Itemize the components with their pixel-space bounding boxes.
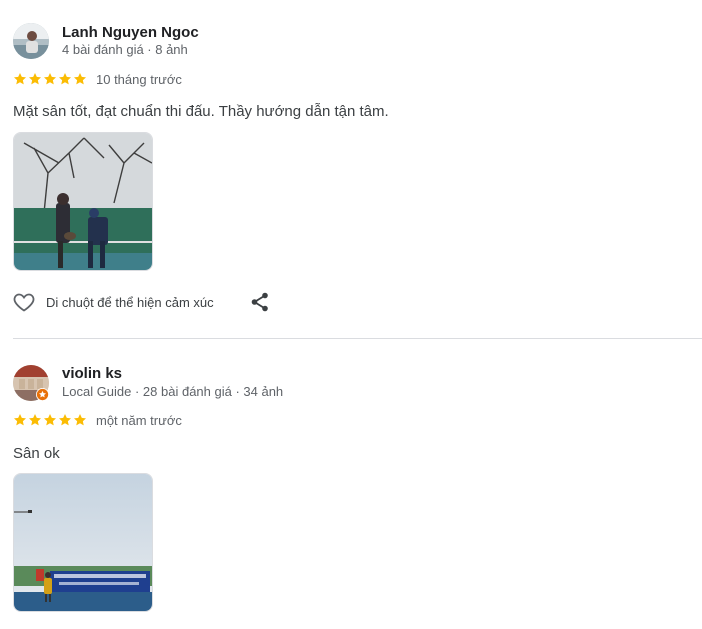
heart-outline-icon[interactable] — [12, 290, 36, 314]
local-guide-badge-icon — [36, 388, 49, 401]
star-icon — [43, 73, 57, 85]
author-meta: 4 bài đánh giá · 8 ảnh — [62, 42, 188, 57]
review-time: một năm trước — [96, 412, 182, 428]
star-icon — [43, 414, 57, 426]
author-name[interactable]: violin ks — [62, 365, 122, 382]
reaction-hint[interactable]: Di chuột để thể hiện cảm xúc — [46, 295, 214, 310]
star-icon — [13, 73, 27, 85]
star-icon — [13, 414, 27, 426]
author-avatar[interactable] — [13, 23, 49, 59]
review-time: 10 tháng trước — [96, 71, 182, 87]
review-photo[interactable] — [13, 132, 153, 271]
star-icon — [28, 414, 42, 426]
rating-row: 10 tháng trước — [13, 71, 182, 87]
star-icon — [73, 73, 87, 85]
star-icon — [58, 73, 72, 85]
review-photo[interactable] — [13, 473, 153, 612]
star-rating — [13, 72, 87, 86]
author-name[interactable]: Lanh Nguyen Ngoc — [62, 24, 199, 41]
share-icon[interactable] — [248, 290, 272, 314]
rating-row: một năm trước — [13, 412, 182, 428]
star-rating — [13, 413, 87, 427]
star-icon — [58, 414, 72, 426]
review-actions: Di chuột để thể hiện cảm xúc — [12, 289, 214, 315]
review-text: Sân ok — [13, 445, 60, 462]
review-text: Mặt sân tốt, đạt chuẩn thi đấu. Thầy hướ… — [13, 103, 389, 120]
author-meta: Local Guide · 28 bài đánh giá · 34 ảnh — [62, 384, 284, 399]
review-divider — [13, 338, 702, 339]
star-icon — [73, 414, 87, 426]
star-icon — [28, 73, 42, 85]
